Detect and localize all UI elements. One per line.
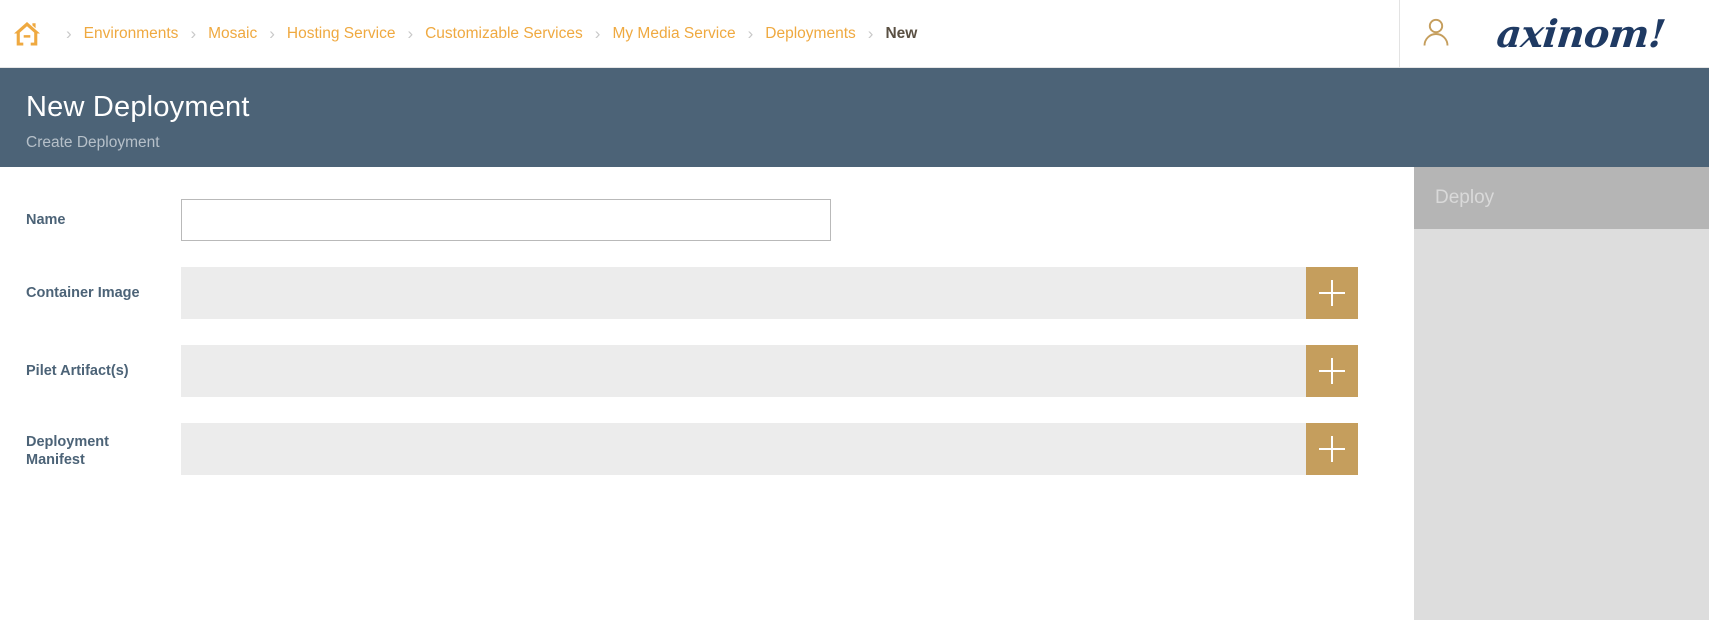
form-label-pilet-artifacts: Pilet Artifact(s) <box>26 363 129 379</box>
pilet-artifacts-add-button[interactable] <box>1306 345 1358 397</box>
breadcrumb-separator: › <box>269 24 275 43</box>
brand-logo-text: axinom! <box>1495 11 1668 56</box>
home-icon[interactable] <box>10 17 44 51</box>
form-row-pilet-artifacts: Pilet Artifact(s) <box>0 345 1414 397</box>
breadcrumb-separator: › <box>594 24 601 43</box>
deployment-manifest-field[interactable] <box>181 423 1306 475</box>
brand-logo[interactable]: axinom! <box>1472 0 1709 68</box>
top-bar-right: axinom! <box>1399 0 1709 68</box>
form-content: Name Container Image Pilet Artifact(s) D… <box>0 167 1414 620</box>
field-wrap-pilet-artifacts <box>181 345 1358 397</box>
deploy-button[interactable]: Deploy <box>1414 167 1709 229</box>
plus-icon <box>1319 436 1345 462</box>
breadcrumb-item-hosting-service[interactable]: Hosting Service <box>287 25 396 43</box>
pilet-artifacts-field[interactable] <box>181 345 1306 397</box>
form-label-name: Name <box>26 212 66 228</box>
breadcrumb-separator: › <box>867 24 874 43</box>
breadcrumb-separator: › <box>66 24 72 43</box>
action-sidebar: Deploy <box>1414 167 1709 620</box>
user-account-icon <box>1421 16 1451 51</box>
user-account-button[interactable] <box>1400 0 1472 68</box>
field-wrap-deployment-manifest <box>181 423 1358 475</box>
breadcrumb: › Environments › Mosaic › Hosting Servic… <box>0 0 1399 68</box>
page-header: New Deployment Create Deployment <box>0 68 1709 167</box>
app-root: › Environments › Mosaic › Hosting Servic… <box>0 0 1709 620</box>
breadcrumb-separator: › <box>190 24 197 43</box>
form-row-container-image: Container Image <box>0 267 1414 319</box>
plus-icon <box>1319 280 1345 306</box>
container-image-field[interactable] <box>181 267 1306 319</box>
name-input[interactable] <box>181 199 831 241</box>
container-image-add-button[interactable] <box>1306 267 1358 319</box>
form-row-deployment-manifest: Deployment Manifest <box>0 423 1414 475</box>
breadcrumb-item-customizable-services[interactable]: Customizable Services <box>425 25 583 43</box>
field-wrap-container-image <box>181 267 1358 319</box>
form-label-deployment-manifest: Deployment Manifest <box>26 434 109 468</box>
form-row-name: Name <box>0 199 1414 241</box>
breadcrumb-separator: › <box>407 24 414 43</box>
page-subtitle: Create Deployment <box>26 134 160 151</box>
top-bar: › Environments › Mosaic › Hosting Servic… <box>0 0 1709 68</box>
breadcrumb-item-my-media-service[interactable]: My Media Service <box>612 25 735 43</box>
breadcrumb-item-environments[interactable]: Environments <box>84 25 179 43</box>
breadcrumb-item-new-current: New <box>885 24 918 42</box>
plus-icon <box>1319 358 1345 384</box>
breadcrumb-item-deployments[interactable]: Deployments <box>765 25 855 43</box>
field-wrap-name <box>181 199 831 241</box>
form-label-container-image: Container Image <box>26 285 140 301</box>
breadcrumb-separator: › <box>747 24 754 43</box>
page-title: New Deployment <box>26 91 250 123</box>
breadcrumb-item-mosaic[interactable]: Mosaic <box>208 25 257 43</box>
deployment-manifest-add-button[interactable] <box>1306 423 1358 475</box>
